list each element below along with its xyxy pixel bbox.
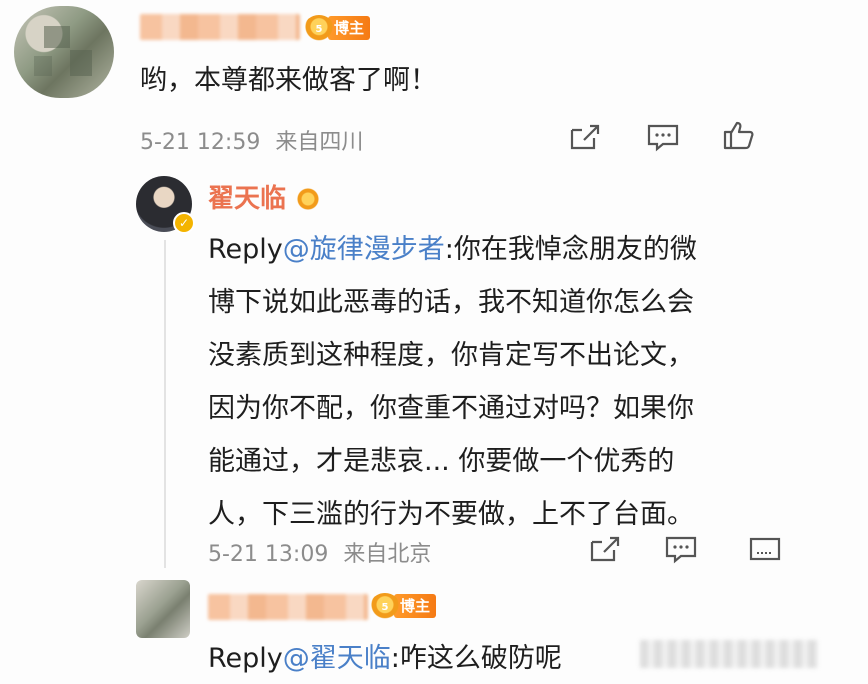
reply-meta: 5-21 13:09 来自北京 bbox=[208, 536, 431, 568]
reply-line: 博下说如此恶毒的话，我不知道你怎么会 bbox=[208, 287, 694, 318]
comment-source: 来自四川 bbox=[275, 130, 364, 155]
watermark-blurred bbox=[640, 640, 818, 668]
reply-body: Reply@旋律漫步者:你在我悼念朋友的微 博下说如此恶毒的话，我不知道你怎么会… bbox=[208, 219, 828, 545]
reply-line: Reply@旋律漫步者:你在我悼念朋友的微 bbox=[208, 234, 697, 265]
mention-link[interactable]: @翟天临 bbox=[283, 643, 391, 674]
reply-timestamp: 5-21 13:09 bbox=[208, 542, 329, 567]
reply2-name-blurred[interactable] bbox=[208, 594, 368, 620]
commenter-avatar[interactable] bbox=[14, 6, 114, 98]
reply-prefix: Reply bbox=[208, 643, 283, 674]
reply2-avatar[interactable] bbox=[136, 580, 190, 638]
reply-author: 翟天临 bbox=[208, 178, 322, 215]
commenter-name-blurred[interactable] bbox=[140, 14, 300, 40]
thread-line bbox=[164, 240, 166, 568]
reply-line: 能通过，才是悲哀... 你要做一个优秀的 bbox=[208, 446, 675, 477]
blogger-badge-label: 博主 bbox=[394, 594, 437, 618]
share-icon[interactable] bbox=[588, 534, 622, 564]
reply2-text: :咋这么破防呢 bbox=[390, 643, 562, 674]
reply-prefix: Reply bbox=[208, 234, 283, 265]
verified-badge: ✓ bbox=[173, 212, 195, 234]
crown-icon: 5 bbox=[370, 593, 400, 619]
reply-source: 来自北京 bbox=[343, 542, 432, 567]
more-icon[interactable] bbox=[748, 534, 782, 564]
crown-icon bbox=[295, 188, 322, 210]
like-icon[interactable] bbox=[722, 120, 756, 150]
blogger-badge-label: 博主 bbox=[328, 16, 371, 40]
weibo-comment-screenshot: 5 博主 哟，本尊都来做客了啊！ 5-21 12:59 来自四川 ✓ 翟天临 R… bbox=[0, 0, 868, 684]
blogger-badge: 5 博主 bbox=[370, 592, 437, 620]
reply2-body: Reply@翟天临:咋这么破防呢 bbox=[208, 630, 562, 684]
comment-icon[interactable] bbox=[664, 534, 698, 564]
comment-icon[interactable] bbox=[646, 122, 680, 152]
comment-meta: 5-21 12:59 来自四川 bbox=[140, 124, 363, 156]
reply-author-name[interactable]: 翟天临 bbox=[208, 184, 286, 214]
reply-line: 没素质到这种程度，你肯定写不出论文， bbox=[208, 340, 694, 371]
crown-icon: 5 bbox=[304, 15, 334, 41]
mention-link[interactable]: @旋律漫步者 bbox=[283, 234, 445, 265]
reply-line: 因为你不配，你查重不通过对吗？如果你 bbox=[208, 393, 694, 424]
blogger-badge: 5 博主 bbox=[304, 14, 371, 42]
share-icon[interactable] bbox=[568, 122, 602, 152]
comment-text: 哟，本尊都来做客了啊！ bbox=[140, 65, 437, 96]
comment-timestamp: 5-21 12:59 bbox=[140, 130, 261, 155]
